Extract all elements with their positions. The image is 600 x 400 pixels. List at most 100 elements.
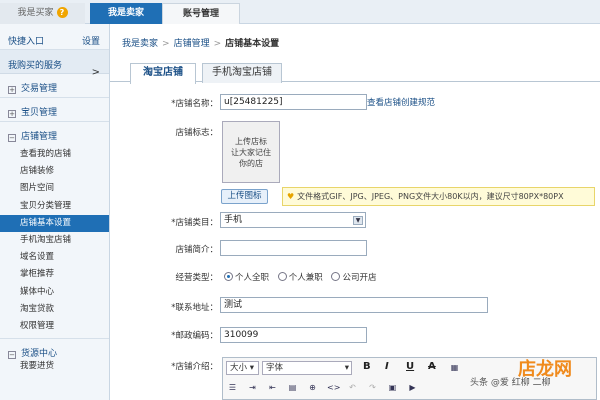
address-input[interactable]: 测试 xyxy=(220,297,488,313)
shop-tabs: 淘宝店铺 手机淘宝店铺 xyxy=(110,60,600,84)
sidebar-item-loan[interactable]: 淘宝贷款 xyxy=(0,301,109,318)
sidebar-item-mobile-shop[interactable]: 手机淘宝店铺 xyxy=(0,232,109,249)
tab-taobao-shop[interactable]: 淘宝店铺 xyxy=(130,63,196,84)
sidebar-group-label: 交易管理 xyxy=(21,84,58,94)
radio-icon xyxy=(277,272,287,281)
sidebar-item-decoration[interactable]: 店铺装修 xyxy=(0,163,109,180)
radio-label: 公司开店 xyxy=(342,273,377,283)
address-label: *联系地址： xyxy=(171,303,218,313)
sidebar-item-image-space[interactable]: 图片空间 xyxy=(0,180,109,197)
breadcrumb-current: 店铺基本设置 xyxy=(225,39,280,49)
font-family-value: 字体 xyxy=(266,363,284,373)
tab-mobile-shop[interactable]: 手机淘宝店铺 xyxy=(202,63,282,83)
top-nav-bar: 我是买家? 我是卖家 账号管理 xyxy=(0,0,600,24)
zip-label: *邮政编码： xyxy=(171,331,218,341)
insert-image-icon[interactable]: ▣ xyxy=(387,382,398,393)
logo-box-line: 你的店 xyxy=(239,159,263,168)
source-code-icon[interactable]: <> xyxy=(327,382,340,393)
ordered-list-icon[interactable]: ☰ xyxy=(227,382,238,393)
shop-name-label: *店铺名称： xyxy=(118,97,218,109)
breadcrumb-link[interactable]: 我是卖家 xyxy=(122,39,158,49)
main-content: 我是卖家 > 店铺管理 > 店铺基本设置 淘宝店铺 手机淘宝店铺 *店铺名称： u[25… xyxy=(110,24,600,400)
radio-parttime[interactable]: 个人兼职 xyxy=(277,272,323,283)
sidebar-group-label: 店铺管理 xyxy=(21,132,58,142)
sidebar-item-view-shop[interactable]: 查看我的店铺 xyxy=(0,146,109,163)
redo-icon[interactable]: ↷ xyxy=(367,382,378,393)
breadcrumb: 我是卖家 > 店铺管理 > 店铺基本设置 xyxy=(122,36,279,49)
watermark: 头条 @爱 红柳 二柳 店龙网 xyxy=(470,355,595,395)
tab-buyer[interactable]: 我是买家? xyxy=(0,3,85,24)
category-select[interactable]: 手机 ▼ xyxy=(220,212,366,228)
radio-selected-icon xyxy=(224,272,233,281)
shop-name-input[interactable]: u[25481225] xyxy=(220,94,367,110)
link-icon[interactable]: ⊕ xyxy=(307,382,318,393)
text-color-icon[interactable]: ▦ xyxy=(449,362,460,373)
sidebar-item-domain[interactable]: 域名设置 xyxy=(0,249,109,266)
quick-entry-header: 快捷入口 设置 xyxy=(0,24,109,50)
help-icon[interactable]: ? xyxy=(56,7,68,18)
upload-logo-button[interactable]: 上传图标 xyxy=(221,189,268,204)
radio-fulltime[interactable]: 个人全职 xyxy=(224,272,270,283)
radio-icon xyxy=(331,272,341,281)
breadcrumb-separator: > xyxy=(213,39,222,49)
business-type-radios: 个人全职 个人兼职 公司开店 xyxy=(224,271,382,283)
watermark-logo: 店龙网 xyxy=(518,359,572,380)
indent-icon[interactable]: ⇥ xyxy=(247,382,258,393)
shop-name-label-text: *店铺名称： xyxy=(171,99,218,109)
sidebar-item-category-manage[interactable]: 宝贝分类管理 xyxy=(0,198,109,215)
sidebar-group-shop[interactable]: − 店铺管理 xyxy=(0,122,109,146)
logo-box-line: 上传店标 xyxy=(235,137,267,146)
intro-input[interactable] xyxy=(220,240,367,256)
logo-upload-box[interactable]: 上传店标 让大家记住 你的店 xyxy=(222,121,280,183)
upload-tip: ♥ 文件格式GIF、JPG、JPEG、PNG文件大小80K以内，建议尺寸80PX*… xyxy=(282,187,595,206)
sidebar-item-recommend[interactable]: 掌柜推荐 xyxy=(0,266,109,283)
font-size-select[interactable]: 大小 ▾ xyxy=(226,361,259,375)
lightbulb-icon: ♥ xyxy=(287,192,295,201)
tab-buyer-label: 我是买家 xyxy=(17,8,54,18)
sidebar-group-goods[interactable]: + 宝贝管理 xyxy=(0,98,109,122)
breadcrumb-link[interactable]: 店铺管理 xyxy=(174,39,210,49)
logo-box-line: 让大家记住 xyxy=(231,148,271,157)
strike-button[interactable]: A xyxy=(428,361,436,372)
font-size-value: 大小 xyxy=(230,363,248,373)
category-label: *店铺类目： xyxy=(171,218,218,228)
sidebar-group-label: 宝贝管理 xyxy=(21,108,58,118)
sidebar-group-supply[interactable]: − 货源中心 xyxy=(0,338,109,360)
collapse-icon: − xyxy=(8,351,16,360)
naming-rules-link[interactable]: 查看店铺创建规范 xyxy=(367,96,435,108)
quick-entry-settings-link[interactable]: 设置 xyxy=(82,34,100,47)
category-value: 手机 xyxy=(224,215,243,225)
underline-button[interactable]: U xyxy=(406,361,414,372)
font-family-select[interactable]: 字体 ▾ xyxy=(262,361,352,375)
outdent-icon[interactable]: ⇤ xyxy=(267,382,278,393)
breadcrumb-separator: > xyxy=(162,39,170,49)
chevron-down-icon: ▾ xyxy=(344,363,349,373)
bought-services[interactable]: 我购买的服务 > xyxy=(0,50,109,78)
insert-media-icon[interactable]: ▶ xyxy=(407,382,418,393)
radio-label: 个人全职 xyxy=(235,273,270,283)
sidebar-item-purchase[interactable]: 我要进货 xyxy=(0,358,109,375)
bought-services-label: 我购买的服务 xyxy=(8,61,63,71)
quick-entry-title: 快捷入口 xyxy=(8,37,45,47)
italic-button[interactable]: I xyxy=(385,361,389,372)
tab-account[interactable]: 账号管理 xyxy=(162,3,240,24)
logo-label: 店铺标志： xyxy=(175,128,218,138)
expand-icon: + xyxy=(8,86,16,94)
expand-icon: + xyxy=(8,110,16,118)
intro-label: 店铺简介： xyxy=(175,245,218,255)
undo-icon[interactable]: ↶ xyxy=(347,382,358,393)
insert-table-icon[interactable]: ▤ xyxy=(287,382,298,393)
sidebar-item-permissions[interactable]: 权限管理 xyxy=(0,318,109,335)
bold-button[interactable]: B xyxy=(363,361,371,372)
chevron-right-icon: > xyxy=(91,67,100,78)
dropdown-arrow-icon[interactable]: ▼ xyxy=(353,216,363,225)
sidebar-item-media[interactable]: 媒体中心 xyxy=(0,284,109,301)
radio-company[interactable]: 公司开店 xyxy=(331,272,377,283)
tab-seller[interactable]: 我是卖家 xyxy=(90,3,162,24)
sidebar: 快捷入口 设置 我购买的服务 > + 交易管理 + 宝贝管理 − 店铺管理 查看我的店… xyxy=(0,24,110,400)
collapse-icon: − xyxy=(8,134,16,142)
zip-input[interactable]: 310099 xyxy=(220,327,367,343)
sidebar-item-basic-settings[interactable]: 店铺基本设置 xyxy=(0,214,109,232)
radio-label: 个人兼职 xyxy=(288,273,323,283)
description-label: *店铺介绍： xyxy=(171,362,218,372)
